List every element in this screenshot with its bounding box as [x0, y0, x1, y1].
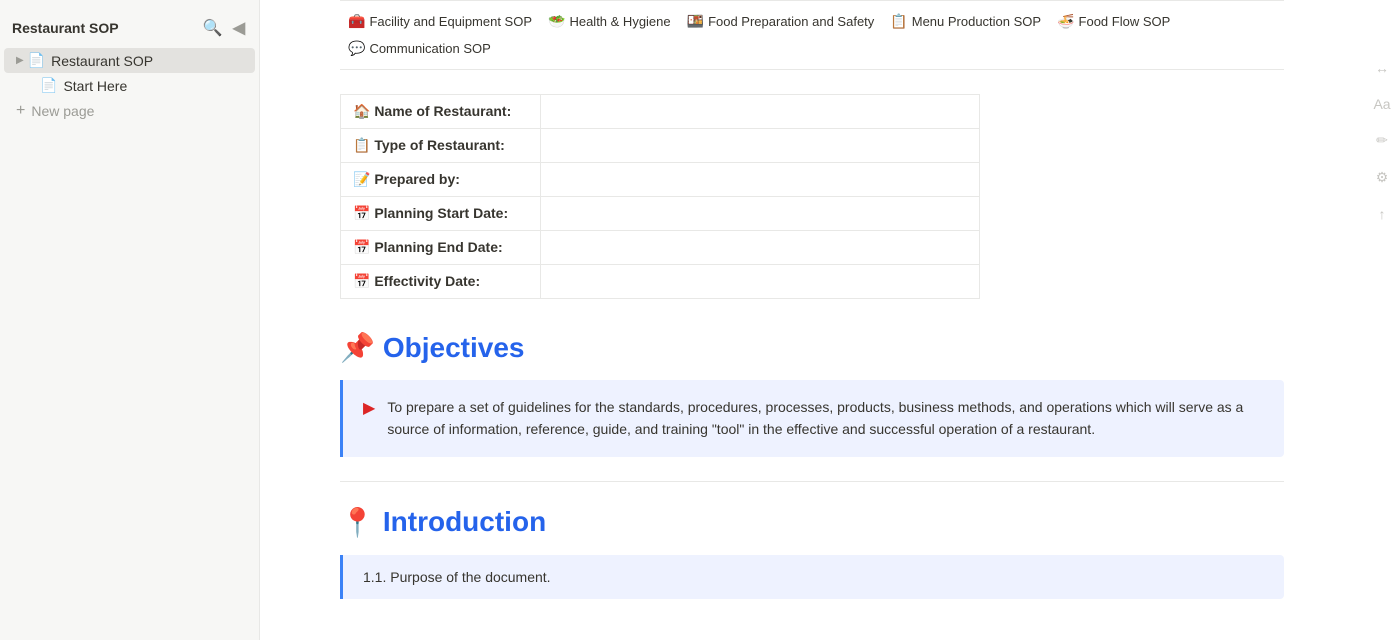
table-cell-label: 📅 Effectivity Date: [341, 265, 541, 299]
table-cell-label: 📅 Planning End Date: [341, 231, 541, 265]
nav-link-facility-label: Facility and Equipment SOP [369, 14, 532, 29]
new-page-label: New page [31, 103, 94, 119]
food-prep-icon: 🍱 [687, 13, 704, 30]
table-row: 📅 Planning End Date: [341, 231, 980, 265]
font-icon[interactable]: Aa [1373, 96, 1390, 112]
page-icon: 📄 [28, 52, 45, 69]
table-cell-value[interactable] [540, 265, 979, 299]
table-row: 🏠 Name of Restaurant: [341, 95, 980, 129]
food-flow-icon: 🍜 [1057, 13, 1074, 30]
plus-icon: + [16, 102, 25, 120]
share-icon[interactable]: ↑ [1379, 206, 1386, 222]
sidebar: Restaurant SOP 🔍 ◀ ▶ 📄 Restaurant SOP 📄 … [0, 0, 260, 640]
section-divider [340, 481, 1284, 482]
objectives-callout: ▶ To prepare a set of guidelines for the… [340, 380, 1284, 457]
sidebar-item-start-here[interactable]: 📄 Start Here [28, 73, 255, 98]
objectives-heading: 📌 Objectives [340, 331, 1284, 364]
table-row: 📅 Effectivity Date: [341, 265, 980, 299]
collapse-icon[interactable]: ◀ [231, 16, 247, 40]
nav-link-health[interactable]: 🥗 Health & Hygiene [540, 11, 679, 32]
introduction-heading-icon: 📍 [340, 506, 375, 539]
nav-links-row: 🧰 Facility and Equipment SOP 🥗 Health & … [340, 0, 1284, 70]
sidebar-header-icons: 🔍 ◀ [201, 16, 247, 40]
table-row: 📅 Planning Start Date: [341, 197, 980, 231]
introduction-heading: 📍 Introduction [340, 506, 1284, 539]
sidebar-sub: 📄 Start Here [0, 73, 259, 98]
objectives-heading-text: Objectives [383, 332, 525, 364]
introduction-subtext: 1.1. Purpose of the document. [363, 569, 551, 585]
sidebar-title: Restaurant SOP [12, 20, 119, 36]
table-row: 📝 Prepared by: [341, 163, 980, 197]
nav-link-food-prep[interactable]: 🍱 Food Preparation and Safety [679, 11, 883, 32]
info-table: 🏠 Name of Restaurant:📋 Type of Restauran… [340, 94, 980, 299]
table-cell-value[interactable] [540, 231, 979, 265]
nav-link-communication[interactable]: 💬 Communication SOP [340, 38, 499, 59]
expand-icon[interactable]: ↔ [1375, 60, 1389, 76]
menu-icon: 📋 [890, 13, 907, 30]
nav-link-health-label: Health & Hygiene [569, 14, 670, 29]
communication-icon: 💬 [348, 40, 365, 57]
nav-link-communication-label: Communication SOP [369, 41, 490, 56]
table-cell-value[interactable] [540, 129, 979, 163]
table-row: 📋 Type of Restaurant: [341, 129, 980, 163]
introduction-block: 1.1. Purpose of the document. [340, 555, 1284, 599]
callout-arrow-icon: ▶ [363, 398, 375, 418]
table-cell-label: 🏠 Name of Restaurant: [341, 95, 541, 129]
nav-link-food-prep-label: Food Preparation and Safety [708, 14, 874, 29]
main-content: 🧰 Facility and Equipment SOP 🥗 Health & … [260, 0, 1400, 640]
objectives-heading-icon: 📌 [340, 331, 375, 364]
settings-icon[interactable]: ⚙ [1376, 169, 1389, 186]
right-toolbar: ↔ Aa ✏ ⚙ ↑ [1364, 0, 1400, 640]
chevron-right-icon: ▶ [16, 55, 24, 66]
nav-link-menu[interactable]: 📋 Menu Production SOP [882, 11, 1049, 32]
table-cell-value[interactable] [540, 197, 979, 231]
table-cell-label: 📝 Prepared by: [341, 163, 541, 197]
nav-link-facility[interactable]: 🧰 Facility and Equipment SOP [340, 11, 540, 32]
sidebar-item-restaurant-sop[interactable]: ▶ 📄 Restaurant SOP [4, 48, 255, 73]
new-page-button[interactable]: + New page [4, 98, 255, 124]
table-cell-label: 📋 Type of Restaurant: [341, 129, 541, 163]
health-icon: 🥗 [548, 13, 565, 30]
sidebar-header: Restaurant SOP 🔍 ◀ [0, 8, 259, 48]
nav-link-food-flow-label: Food Flow SOP [1079, 14, 1171, 29]
facility-icon: 🧰 [348, 13, 365, 30]
sidebar-label-restaurant-sop: Restaurant SOP [51, 53, 153, 69]
nav-link-menu-label: Menu Production SOP [912, 14, 1041, 29]
introduction-heading-text: Introduction [383, 506, 546, 538]
search-icon[interactable]: 🔍 [201, 16, 225, 40]
page-icon-start: 📄 [40, 77, 57, 94]
table-cell-label: 📅 Planning Start Date: [341, 197, 541, 231]
table-cell-value[interactable] [540, 95, 979, 129]
table-cell-value[interactable] [540, 163, 979, 197]
sidebar-label-start-here: Start Here [63, 78, 127, 94]
nav-link-food-flow[interactable]: 🍜 Food Flow SOP [1049, 11, 1178, 32]
edit-icon[interactable]: ✏ [1376, 132, 1388, 149]
objectives-callout-text: To prepare a set of guidelines for the s… [387, 396, 1264, 441]
content-area: 🧰 Facility and Equipment SOP 🥗 Health & … [260, 0, 1364, 640]
